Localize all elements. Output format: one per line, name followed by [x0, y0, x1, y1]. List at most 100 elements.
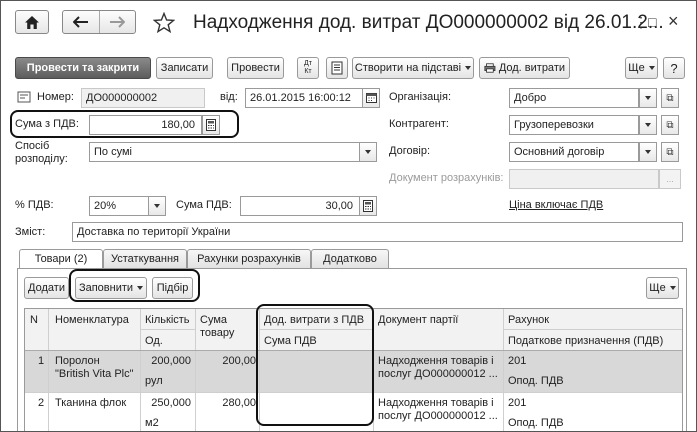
row-1-number: 1	[38, 355, 45, 367]
pick-button[interactable]: Підбір	[152, 277, 193, 299]
calendar-icon	[365, 93, 377, 103]
vat-sum-calculator-button[interactable]	[359, 196, 377, 216]
home-icon	[25, 15, 39, 29]
open-form-icon: ⧉	[666, 119, 674, 131]
sum-with-vat-label: Сума з ПДВ:	[15, 118, 79, 130]
settlement-document-field	[509, 169, 659, 189]
row-2-unit[interactable]: м2	[145, 417, 159, 429]
row-2-account[interactable]: 201	[508, 397, 526, 409]
document-status-icon	[17, 91, 31, 106]
post-button[interactable]: Провести	[227, 57, 284, 79]
dropdown-arrow-icon	[648, 66, 655, 70]
tab-goods[interactable]: Товари (2)	[19, 249, 103, 269]
back-forward-group	[62, 10, 136, 34]
content-label: Зміст:	[15, 226, 46, 238]
row-2-goods-sum[interactable]: 280,00	[200, 397, 256, 409]
row-2-quantity[interactable]: 250,000	[145, 397, 191, 409]
forward-button[interactable]	[100, 11, 136, 33]
sum-with-vat-field[interactable]: 180,00	[89, 115, 202, 135]
header-batch-document[interactable]: Документ партії	[378, 314, 458, 326]
organization-field[interactable]: Добро	[509, 88, 639, 108]
contract-field[interactable]: Основний договір	[509, 142, 639, 162]
row-1-account[interactable]: 201	[508, 355, 526, 367]
post-and-close-button[interactable]: Провести та закрити	[15, 57, 151, 79]
header-tax-purpose[interactable]: Податкове призначення (ПДВ)	[508, 335, 663, 347]
row-2-batch-document[interactable]: Надходження товарів і послуг ДО000000012…	[378, 397, 498, 423]
close-icon[interactable]: ×	[668, 12, 679, 30]
create-based-on-button[interactable]: Створити на підставі	[352, 57, 474, 79]
row-2-tax-purpose[interactable]: Опод. ПДВ	[508, 417, 564, 429]
dtkt-bottom-label: Кт	[304, 68, 312, 75]
vat-percent-field[interactable]: 20%	[89, 196, 149, 216]
contract-open-button[interactable]: ⧉	[661, 142, 679, 162]
tab-additional[interactable]: Додатково	[311, 249, 389, 268]
counterparty-open-button[interactable]: ⧉	[661, 115, 679, 135]
document-window: Надходження дод. витрат ДО000000002 від …	[0, 0, 697, 432]
vat-sum-label: Сума ПДВ:	[176, 199, 232, 211]
date-picker-button[interactable]	[362, 88, 380, 108]
number-field[interactable]: ДО000000002	[81, 88, 205, 108]
header-quantity[interactable]: Кількість	[145, 314, 190, 326]
tab-equipment[interactable]: Устаткування	[103, 249, 187, 268]
distribution-dropdown-button[interactable]	[359, 142, 377, 162]
back-button[interactable]	[63, 11, 100, 33]
counterparty-dropdown-button[interactable]	[639, 115, 657, 135]
dropdown-arrow-icon	[465, 66, 472, 70]
calculator-icon	[206, 119, 216, 131]
print-extra-costs-button[interactable]: Дод. витрати	[479, 57, 570, 79]
tab-settlement-accounts[interactable]: Рахунки розрахунків	[187, 249, 311, 268]
row-1-tax-purpose[interactable]: Опод. ПДВ	[508, 375, 564, 387]
row-1-nomenclature-line1: Поролон	[55, 355, 100, 367]
table-more-button[interactable]: Ще	[646, 277, 679, 299]
open-form-icon: ⧉	[666, 92, 674, 104]
row-2-batch-document-line2: послуг ДО000000012 ...	[378, 410, 498, 422]
row-1-quantity[interactable]: 200,000	[145, 355, 191, 367]
star-icon	[152, 11, 176, 34]
favorite-button[interactable]	[152, 11, 176, 37]
price-includes-vat-link[interactable]: Ціна включає ПДВ	[509, 199, 603, 211]
distribution-method-field[interactable]: По сумі	[89, 142, 360, 162]
fill-button[interactable]: Заповнити	[75, 277, 147, 299]
document-icon	[331, 61, 343, 75]
row-1-batch-document-line2: послуг ДО000000012 ...	[378, 368, 498, 380]
organization-open-button[interactable]: ⧉	[661, 88, 679, 108]
date-field[interactable]: 26.01.2015 16:00:12	[245, 88, 363, 108]
header-nomenclature[interactable]: Номенклатура	[55, 314, 129, 326]
settlement-document-label: Документ розрахунків:	[389, 172, 504, 184]
more-button[interactable]: Ще	[625, 57, 658, 79]
row-1-unit[interactable]: рул	[145, 375, 163, 387]
help-button[interactable]: ?	[663, 57, 685, 79]
window-menu-button[interactable]: ⋮	[634, 15, 648, 29]
counterparty-field[interactable]: Грузоперевозки	[509, 115, 639, 135]
vat-percent-dropdown-button[interactable]	[148, 196, 166, 216]
report-button[interactable]	[326, 57, 348, 79]
row-1-batch-document[interactable]: Надходження товарів і послуг ДО000000012…	[378, 355, 498, 381]
distribution-label-line1: Спосіб	[15, 140, 50, 152]
row-2-number: 2	[38, 397, 45, 409]
header-goods-sum[interactable]: Сума товару	[200, 314, 234, 340]
header-unit[interactable]: Од.	[145, 335, 163, 347]
dropdown-arrow-icon	[669, 286, 676, 290]
sum-calculator-button[interactable]	[202, 115, 220, 135]
header-n[interactable]: N	[30, 314, 38, 326]
number-label: Номер:	[37, 91, 74, 103]
add-row-button[interactable]: Додати	[24, 277, 69, 299]
row-1-nomenclature[interactable]: Поролон "British Vita Plc"	[55, 355, 134, 381]
vat-sum-field[interactable]: 30,00	[240, 196, 360, 216]
row-2-nomenclature[interactable]: Тканина флок	[55, 397, 126, 409]
content-field[interactable]: Доставка по території України	[72, 222, 683, 242]
printer-icon	[484, 63, 496, 73]
home-button[interactable]	[15, 10, 49, 34]
dtkt-button[interactable]: Дт Кт	[297, 57, 319, 79]
forward-arrow-icon	[110, 16, 126, 28]
window-resize-button[interactable]: □	[648, 15, 656, 29]
print-extra-costs-label: Дод. витрати	[498, 62, 565, 74]
organization-dropdown-button[interactable]	[639, 88, 657, 108]
settlement-document-select-button: ...	[659, 169, 681, 189]
contract-dropdown-button[interactable]	[639, 142, 657, 162]
header-account[interactable]: Рахунок	[508, 314, 549, 326]
header-goods-sum-line1: Сума	[200, 314, 228, 326]
row-1-nomenclature-line2: "British Vita Plc"	[55, 368, 134, 380]
save-button[interactable]: Записати	[156, 57, 213, 79]
row-1-goods-sum[interactable]: 200,00	[200, 355, 256, 367]
